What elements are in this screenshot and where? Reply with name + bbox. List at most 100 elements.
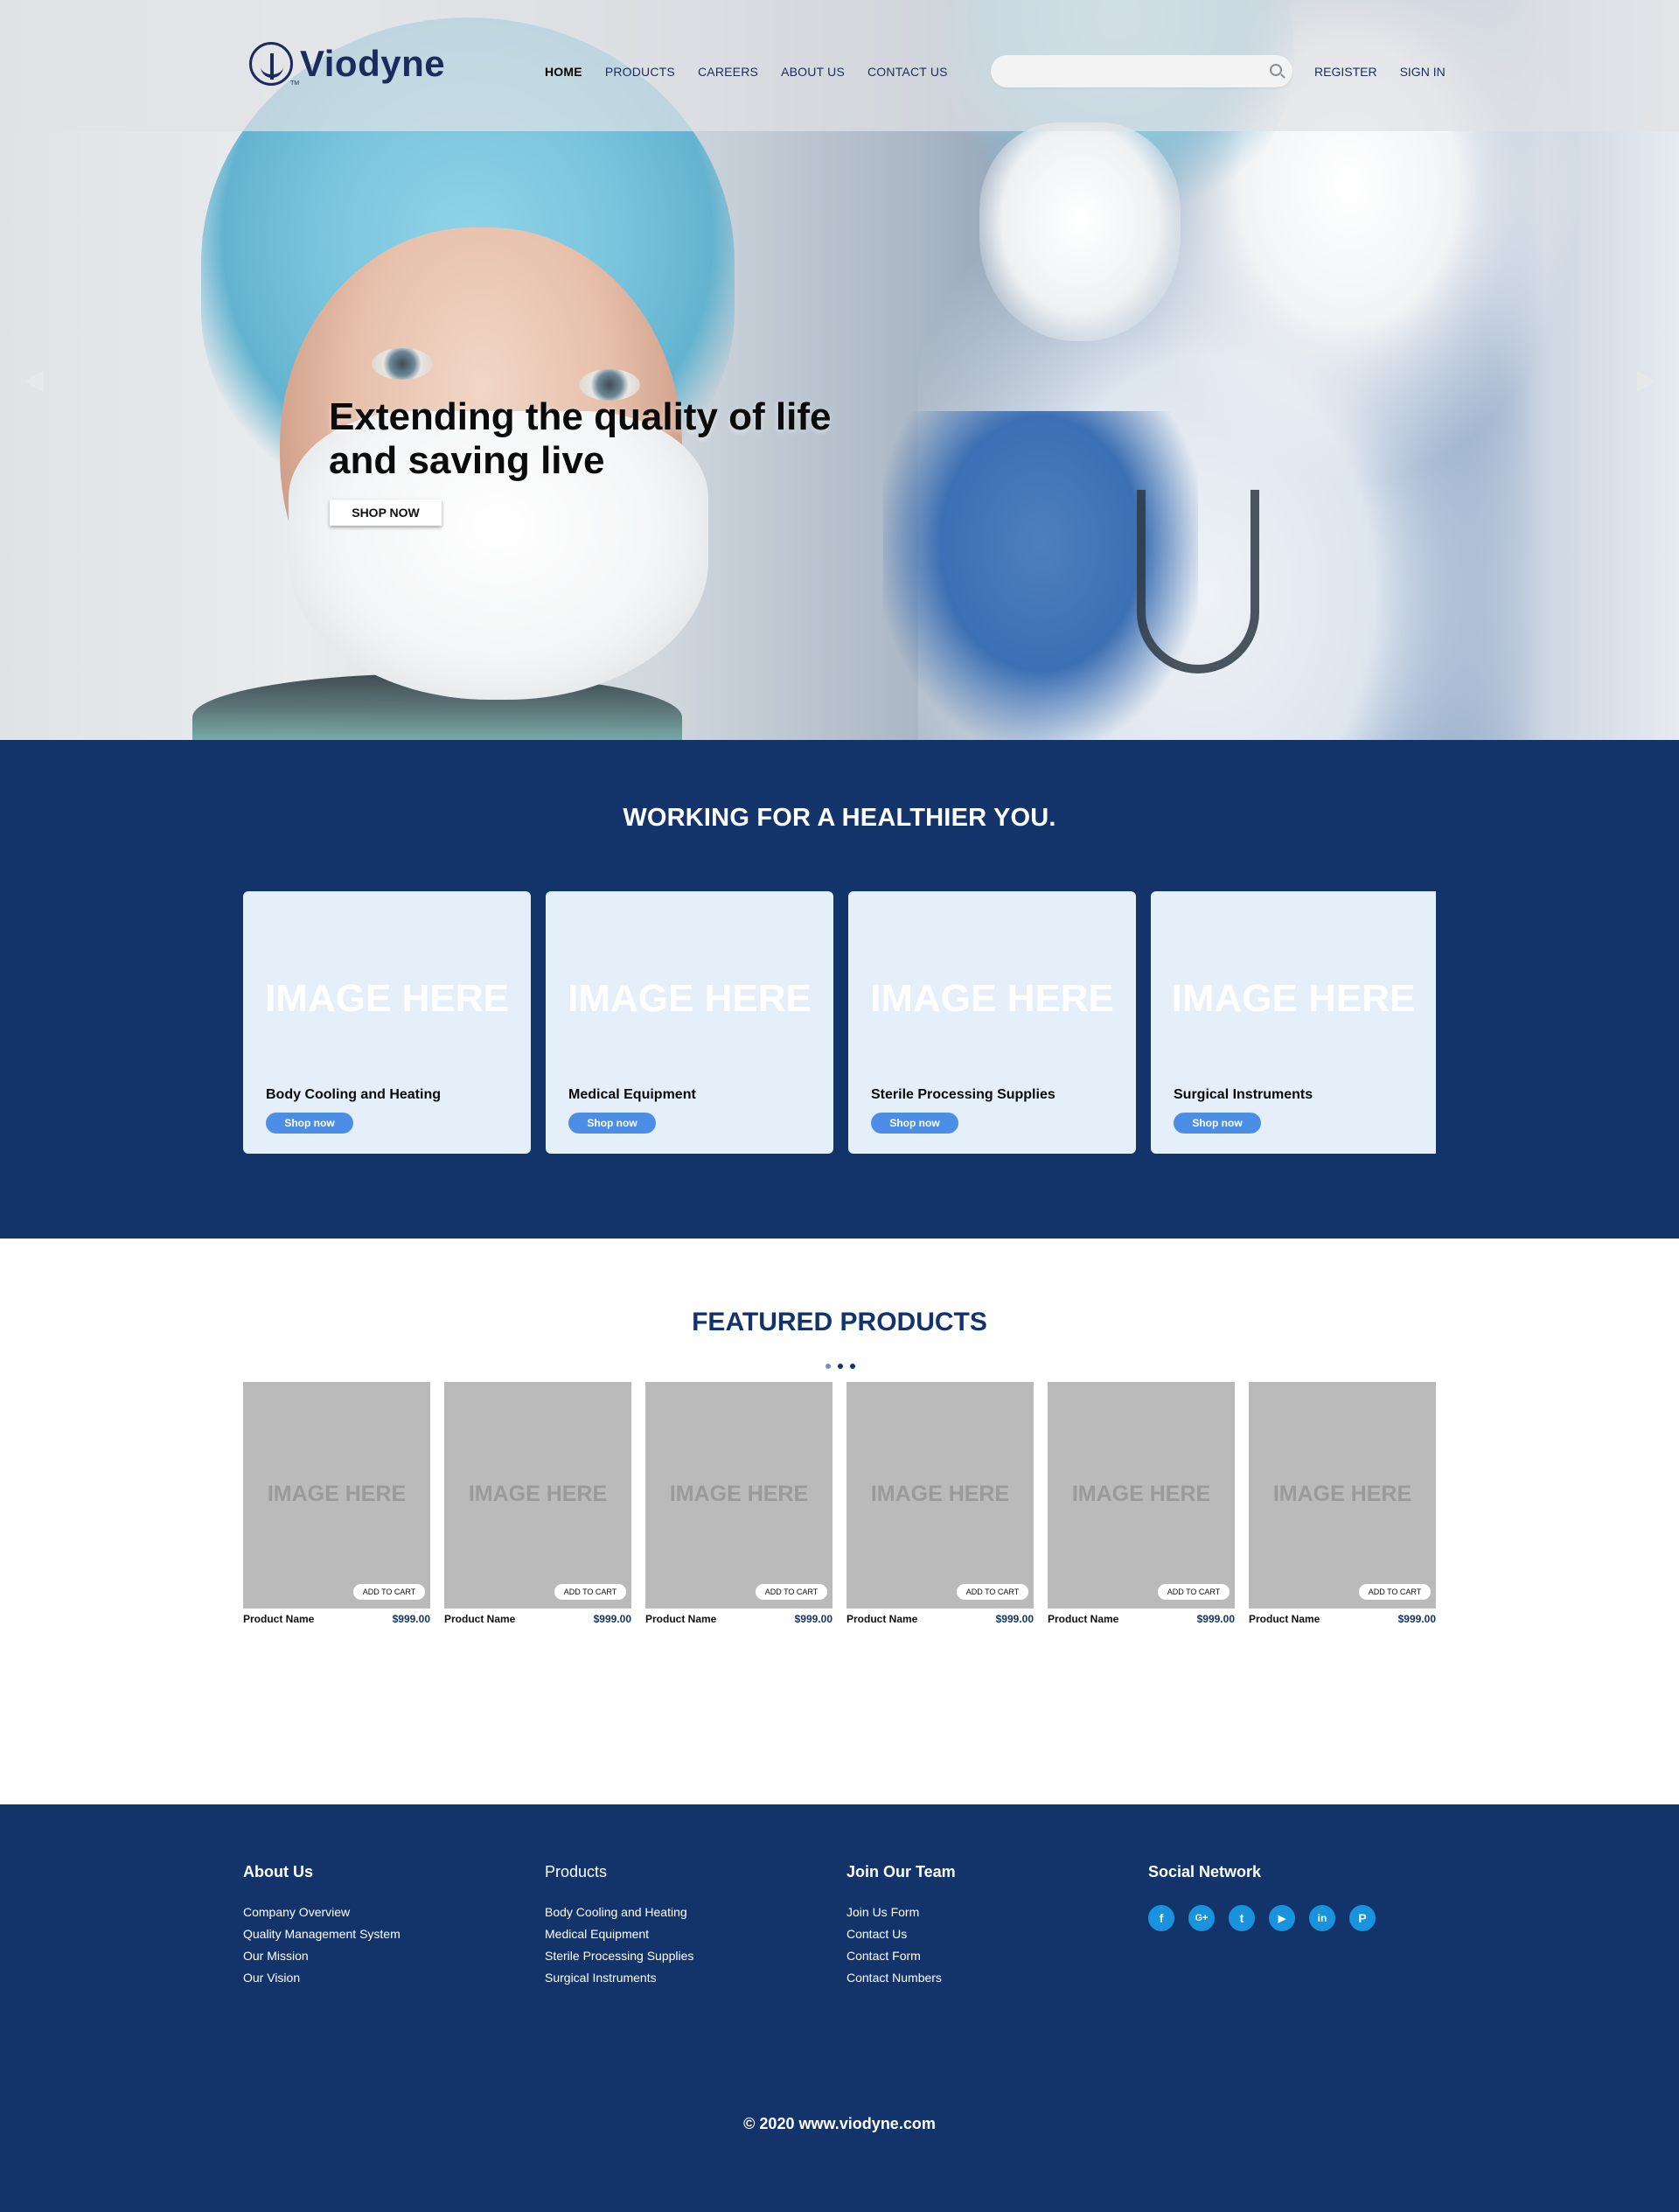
product-name[interactable]: Product Name (645, 1613, 716, 1625)
auth-links: REGISTER SIGN IN (1314, 65, 1468, 79)
category-section: WORKING FOR A HEALTHIER YOU. IMAGE HERE … (0, 740, 1679, 1239)
footer-link[interactable]: Quality Management System (243, 1927, 401, 1941)
product-name[interactable]: Product Name (1249, 1613, 1320, 1625)
product-card[interactable]: IMAGE HERE ADD TO CART Product Name $999… (444, 1382, 631, 1625)
carousel-dot[interactable] (850, 1364, 855, 1369)
footer-link[interactable]: Sterile Processing Supplies (545, 1949, 693, 1963)
product-price: $999.00 (1397, 1613, 1436, 1625)
product-card[interactable]: IMAGE HERE ADD TO CART Product Name $999… (846, 1382, 1034, 1625)
carousel-prev-arrow-icon[interactable] (24, 371, 44, 392)
product-image[interactable]: IMAGE HERE ADD TO CART (846, 1382, 1034, 1608)
category-label: Surgical Instruments (1174, 1087, 1313, 1102)
copyright-text: © 2020 www.viodyne.com (743, 2115, 936, 2132)
add-to-cart-button[interactable]: ADD TO CART (957, 1584, 1028, 1600)
category-card[interactable]: IMAGE HERE Medical Equipment Shop now (546, 891, 833, 1154)
image-placeholder: IMAGE HERE (669, 1482, 809, 1506)
image-placeholder: IMAGE HERE (1171, 977, 1416, 1020)
add-to-cart-button[interactable]: ADD TO CART (353, 1584, 425, 1600)
product-card[interactable]: IMAGE HERE ADD TO CART Product Name $999… (1048, 1382, 1235, 1625)
add-to-cart-button[interactable]: ADD TO CART (756, 1584, 827, 1600)
image-placeholder: IMAGE HERE (870, 977, 1114, 1020)
carousel-dots (826, 1364, 855, 1369)
nav-careers[interactable]: CAREERS (698, 65, 758, 79)
pinterest-icon[interactable]: P (1349, 1905, 1376, 1931)
site-footer: About Us Company Overview Quality Manage… (0, 1804, 1679, 2212)
category-shop-now-button[interactable]: Shop now (1174, 1113, 1261, 1134)
footer-link[interactable]: Surgical Instruments (545, 1971, 693, 1985)
footer-link[interactable]: Contact Us (846, 1927, 956, 1941)
carousel-next-arrow-icon[interactable] (1637, 371, 1656, 392)
brand-name: Viodyne (300, 43, 446, 84)
category-shop-now-button[interactable]: Shop now (871, 1113, 958, 1134)
image-placeholder: IMAGE HERE (267, 1482, 407, 1506)
nav-products[interactable]: PRODUCTS (605, 65, 675, 79)
category-card[interactable]: IMAGE HERE Body Cooling and Heating Shop… (243, 891, 531, 1154)
product-card[interactable]: IMAGE HERE ADD TO CART Product Name $999… (1249, 1382, 1436, 1625)
product-card[interactable]: IMAGE HERE ADD TO CART Product Name $999… (645, 1382, 833, 1625)
sign-in-link[interactable]: SIGN IN (1400, 65, 1446, 79)
featured-heading: FEATURED PRODUCTS (692, 1308, 987, 1336)
product-price: $999.00 (794, 1613, 833, 1625)
image-placeholder: IMAGE HERE (468, 1482, 608, 1506)
nav-contact-us[interactable]: CONTACT US (867, 65, 948, 79)
product-name[interactable]: Product Name (1048, 1613, 1118, 1625)
logo-icon (249, 42, 293, 86)
search-box (991, 55, 1292, 87)
product-image[interactable]: IMAGE HERE ADD TO CART (444, 1382, 631, 1608)
twitter-icon[interactable]: t (1229, 1905, 1255, 1931)
brand-logo[interactable]: TM Viodyne (249, 42, 446, 87)
footer-link[interactable]: Company Overview (243, 1905, 401, 1919)
product-name[interactable]: Product Name (243, 1613, 314, 1625)
hero-photo-stethoscope (1137, 490, 1259, 673)
image-placeholder: IMAGE HERE (870, 1482, 1010, 1506)
register-link[interactable]: REGISTER (1314, 65, 1377, 79)
category-card[interactable]: IMAGE HERE Sterile Processing Supplies S… (848, 891, 1136, 1154)
facebook-icon[interactable]: f (1148, 1905, 1174, 1931)
product-image[interactable]: IMAGE HERE ADD TO CART (243, 1382, 430, 1608)
footer-link[interactable]: Medical Equipment (545, 1927, 693, 1941)
add-to-cart-button[interactable]: ADD TO CART (1359, 1584, 1431, 1600)
footer-about-title: About Us (243, 1863, 313, 1881)
youtube-icon[interactable]: ▶ (1269, 1905, 1295, 1931)
category-label: Medical Equipment (568, 1087, 696, 1102)
linkedin-icon[interactable]: in (1309, 1905, 1335, 1931)
category-shop-now-button[interactable]: Shop now (568, 1113, 656, 1134)
add-to-cart-button[interactable]: ADD TO CART (1158, 1584, 1230, 1600)
hero-banner: TM Viodyne HOME PRODUCTS CAREERS ABOUT U… (0, 0, 1679, 740)
footer-link[interactable]: Our Mission (243, 1949, 401, 1963)
footer-team-title: Join Our Team (846, 1863, 956, 1881)
product-image[interactable]: IMAGE HERE ADD TO CART (1249, 1382, 1436, 1608)
footer-products-title: Products (545, 1863, 608, 1881)
product-price: $999.00 (593, 1613, 631, 1625)
footer-link[interactable]: Contact Numbers (846, 1971, 956, 1985)
footer-link[interactable]: Body Cooling and Heating (545, 1905, 693, 1919)
product-name[interactable]: Product Name (846, 1613, 917, 1625)
hero-shop-now-button[interactable]: SHOP NOW (330, 499, 442, 526)
footer-link[interactable]: Contact Form (846, 1949, 956, 1963)
nav-home[interactable]: HOME (545, 65, 582, 79)
product-card[interactable]: IMAGE HERE ADD TO CART Product Name $999… (243, 1382, 430, 1625)
google-plus-icon[interactable]: G+ (1188, 1905, 1215, 1931)
product-image[interactable]: IMAGE HERE ADD TO CART (1048, 1382, 1235, 1608)
category-shop-now-button[interactable]: Shop now (266, 1113, 353, 1134)
add-to-cart-button[interactable]: ADD TO CART (554, 1584, 626, 1600)
nav-about-us[interactable]: ABOUT US (781, 65, 845, 79)
category-label: Body Cooling and Heating (266, 1087, 441, 1102)
category-card[interactable]: IMAGE HERE Surgical Instruments Shop now (1151, 891, 1436, 1154)
footer-link[interactable]: Our Vision (243, 1971, 401, 1985)
carousel-dot[interactable] (838, 1364, 843, 1369)
main-nav: HOME PRODUCTS CAREERS ABOUT US CONTACT U… (545, 65, 971, 79)
product-price: $999.00 (392, 1613, 430, 1625)
top-navigation-bar: TM Viodyne HOME PRODUCTS CAREERS ABOUT U… (0, 0, 1679, 131)
image-placeholder: IMAGE HERE (1071, 1482, 1211, 1506)
product-image[interactable]: IMAGE HERE ADD TO CART (645, 1382, 833, 1608)
search-icon[interactable] (1270, 64, 1282, 76)
hero-photo-doctor-mask (979, 122, 1181, 341)
footer-link[interactable]: Join Us Form (846, 1905, 956, 1919)
hero-title: Extending the quality of life and saving… (329, 395, 832, 482)
footer-products-column: Products Body Cooling and Heating Medica… (545, 1863, 693, 1992)
carousel-dot[interactable] (826, 1364, 831, 1369)
search-input[interactable] (1007, 62, 1260, 81)
product-name[interactable]: Product Name (444, 1613, 515, 1625)
product-price: $999.00 (995, 1613, 1034, 1625)
